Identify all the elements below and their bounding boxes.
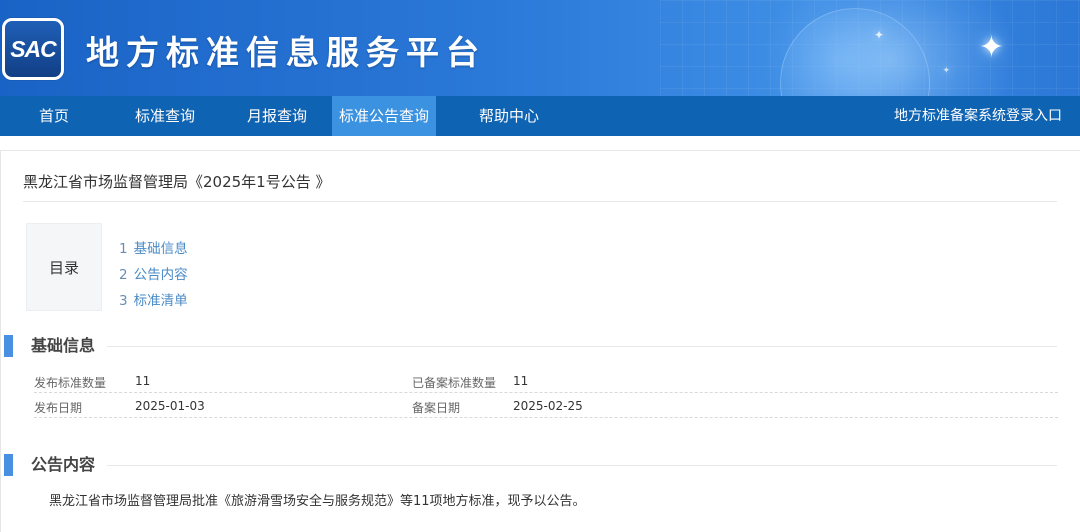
- section-heading: 公告内容: [31, 455, 96, 474]
- section-heading: 基础信息: [31, 336, 96, 355]
- sparkle-icon: ✦: [942, 66, 950, 76]
- info-value: 11: [513, 374, 529, 388]
- info-label: 发布标准数量: [34, 376, 107, 390]
- toc-link-label: 公告内容: [133, 267, 188, 283]
- sparkle-icon: ✦: [873, 28, 884, 42]
- info-value: 2025-02-25: [513, 399, 583, 413]
- toc-link-announcement-content[interactable]: 2 公告内容: [119, 265, 188, 291]
- section-divider: [107, 465, 1057, 466]
- toc-link-label: 标准清单: [133, 293, 188, 309]
- sac-logo[interactable]: SAC: [2, 18, 64, 80]
- toc-link-standard-list[interactable]: 3 标准清单: [119, 291, 188, 317]
- content-panel: 黑龙江省市场监督管理局《2025年1号公告 》 目录 1 基础信息 2 公告内容 3…: [0, 150, 1080, 532]
- toc-link-label: 基础信息: [133, 241, 188, 257]
- logo-text: SAC: [10, 35, 57, 62]
- info-label: 备案日期: [412, 401, 461, 415]
- nav-item-announcement-query[interactable]: 标准公告查询: [332, 96, 436, 136]
- main-nav: 首页 标准查询 月报查询 标准公告查询 帮助中心 地方标准备案系统登录入口: [0, 96, 1080, 136]
- announcement-text: 黑龙江省市场监督管理局批准《旅游滑雪场安全与服务规范》等11项地方标准，现予以公…: [49, 494, 586, 509]
- info-value: 2025-01-03: [135, 399, 205, 413]
- toc-number: 3: [119, 293, 128, 309]
- filing-system-login-link[interactable]: 地方标准备案系统登录入口: [894, 96, 1062, 136]
- info-label: 发布日期: [34, 401, 83, 415]
- toc-number: 1: [119, 241, 128, 257]
- nav-item-monthly-report[interactable]: 月报查询: [222, 96, 332, 136]
- site-title: 地方标准信息服务平台: [86, 33, 486, 72]
- section-basic-info: 基础信息: [1, 335, 1061, 357]
- title-divider: [23, 201, 1057, 202]
- toc-list: 1 基础信息 2 公告内容 3 标准清单: [119, 239, 188, 317]
- toc-link-basic-info[interactable]: 1 基础信息: [119, 239, 188, 265]
- info-row: 发布标准数量 11 已备案标准数量 11: [34, 371, 1058, 393]
- section-marker: [4, 454, 13, 476]
- toc-label-box: 目录: [26, 223, 102, 311]
- header-banner: ✦ ✦ ✦ SAC 地方标准信息服务平台: [0, 0, 1080, 96]
- toc-heading: 目录: [48, 258, 79, 277]
- section-marker: [4, 335, 13, 357]
- section-announcement-content: 公告内容: [1, 454, 1061, 476]
- section-divider: [107, 346, 1057, 347]
- nav-item-standard-query[interactable]: 标准查询: [108, 96, 222, 136]
- info-row: 发布日期 2025-01-03 备案日期 2025-02-25: [34, 396, 1058, 418]
- sparkle-icon: ✦: [978, 30, 1004, 65]
- nav-item-home[interactable]: 首页: [0, 96, 108, 136]
- info-label: 已备案标准数量: [412, 376, 497, 390]
- info-value: 11: [135, 374, 151, 388]
- nav-item-help-center[interactable]: 帮助中心: [436, 96, 582, 136]
- page-title: 黑龙江省市场监督管理局《2025年1号公告 》: [23, 173, 331, 191]
- toc-number: 2: [119, 267, 128, 283]
